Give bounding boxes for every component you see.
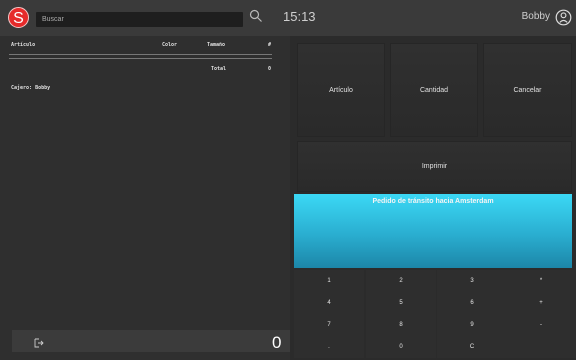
key-blank[interactable] [506,336,576,358]
column-item: Artículo [11,42,36,48]
search-icon[interactable] [249,9,263,23]
key-plus[interactable]: + [506,292,576,314]
key-6[interactable]: 6 [437,292,507,314]
column-size: Tamaño [207,42,226,48]
key-1[interactable]: 1 [294,270,364,292]
search-input[interactable] [36,12,243,27]
transit-order-panel[interactable]: Pedido de tránsito hacia Amsterdam [294,194,572,268]
order-table-header: Artículo Color Tamaño # [0,37,290,52]
key-3[interactable]: 3 [437,270,507,292]
cashier-line: Cajero: Bobby [11,85,51,91]
column-count: # [268,42,272,48]
username[interactable]: Bobby [522,11,550,22]
key-5[interactable]: 5 [366,292,436,314]
key-minus[interactable]: - [506,314,576,336]
key-2[interactable]: 2 [366,270,436,292]
exit-bar[interactable] [12,330,290,352]
total-count: 0 [268,66,272,72]
key-multiply[interactable]: * [506,270,576,292]
item-button[interactable]: Artículo [297,43,385,137]
key-decimal[interactable]: . [294,336,364,358]
header-divider [9,58,272,59]
print-button[interactable]: Imprimir [297,141,572,192]
key-clear[interactable]: C [437,336,507,358]
cancel-button[interactable]: Cancelar [483,43,572,137]
header-divider [9,54,272,55]
total-row: Total 0 [0,61,290,75]
grand-total: 0 [272,333,282,352]
clock: 15:13 [283,9,316,24]
key-8[interactable]: 8 [366,314,436,336]
key-4[interactable]: 4 [294,292,364,314]
quantity-button[interactable]: Cantidad [390,43,478,137]
logout-icon[interactable] [34,338,44,348]
user-icon[interactable] [555,9,572,26]
transit-title: Pedido de tránsito hacia Amsterdam [372,198,494,205]
column-color: Color [162,42,178,48]
key-0[interactable]: 0 [366,336,436,358]
total-label: Total [211,66,227,72]
top-bar: S 15:13 Bobby [0,0,576,36]
key-9[interactable]: 9 [437,314,507,336]
key-7[interactable]: 7 [294,314,364,336]
app-logo: S [8,7,29,28]
